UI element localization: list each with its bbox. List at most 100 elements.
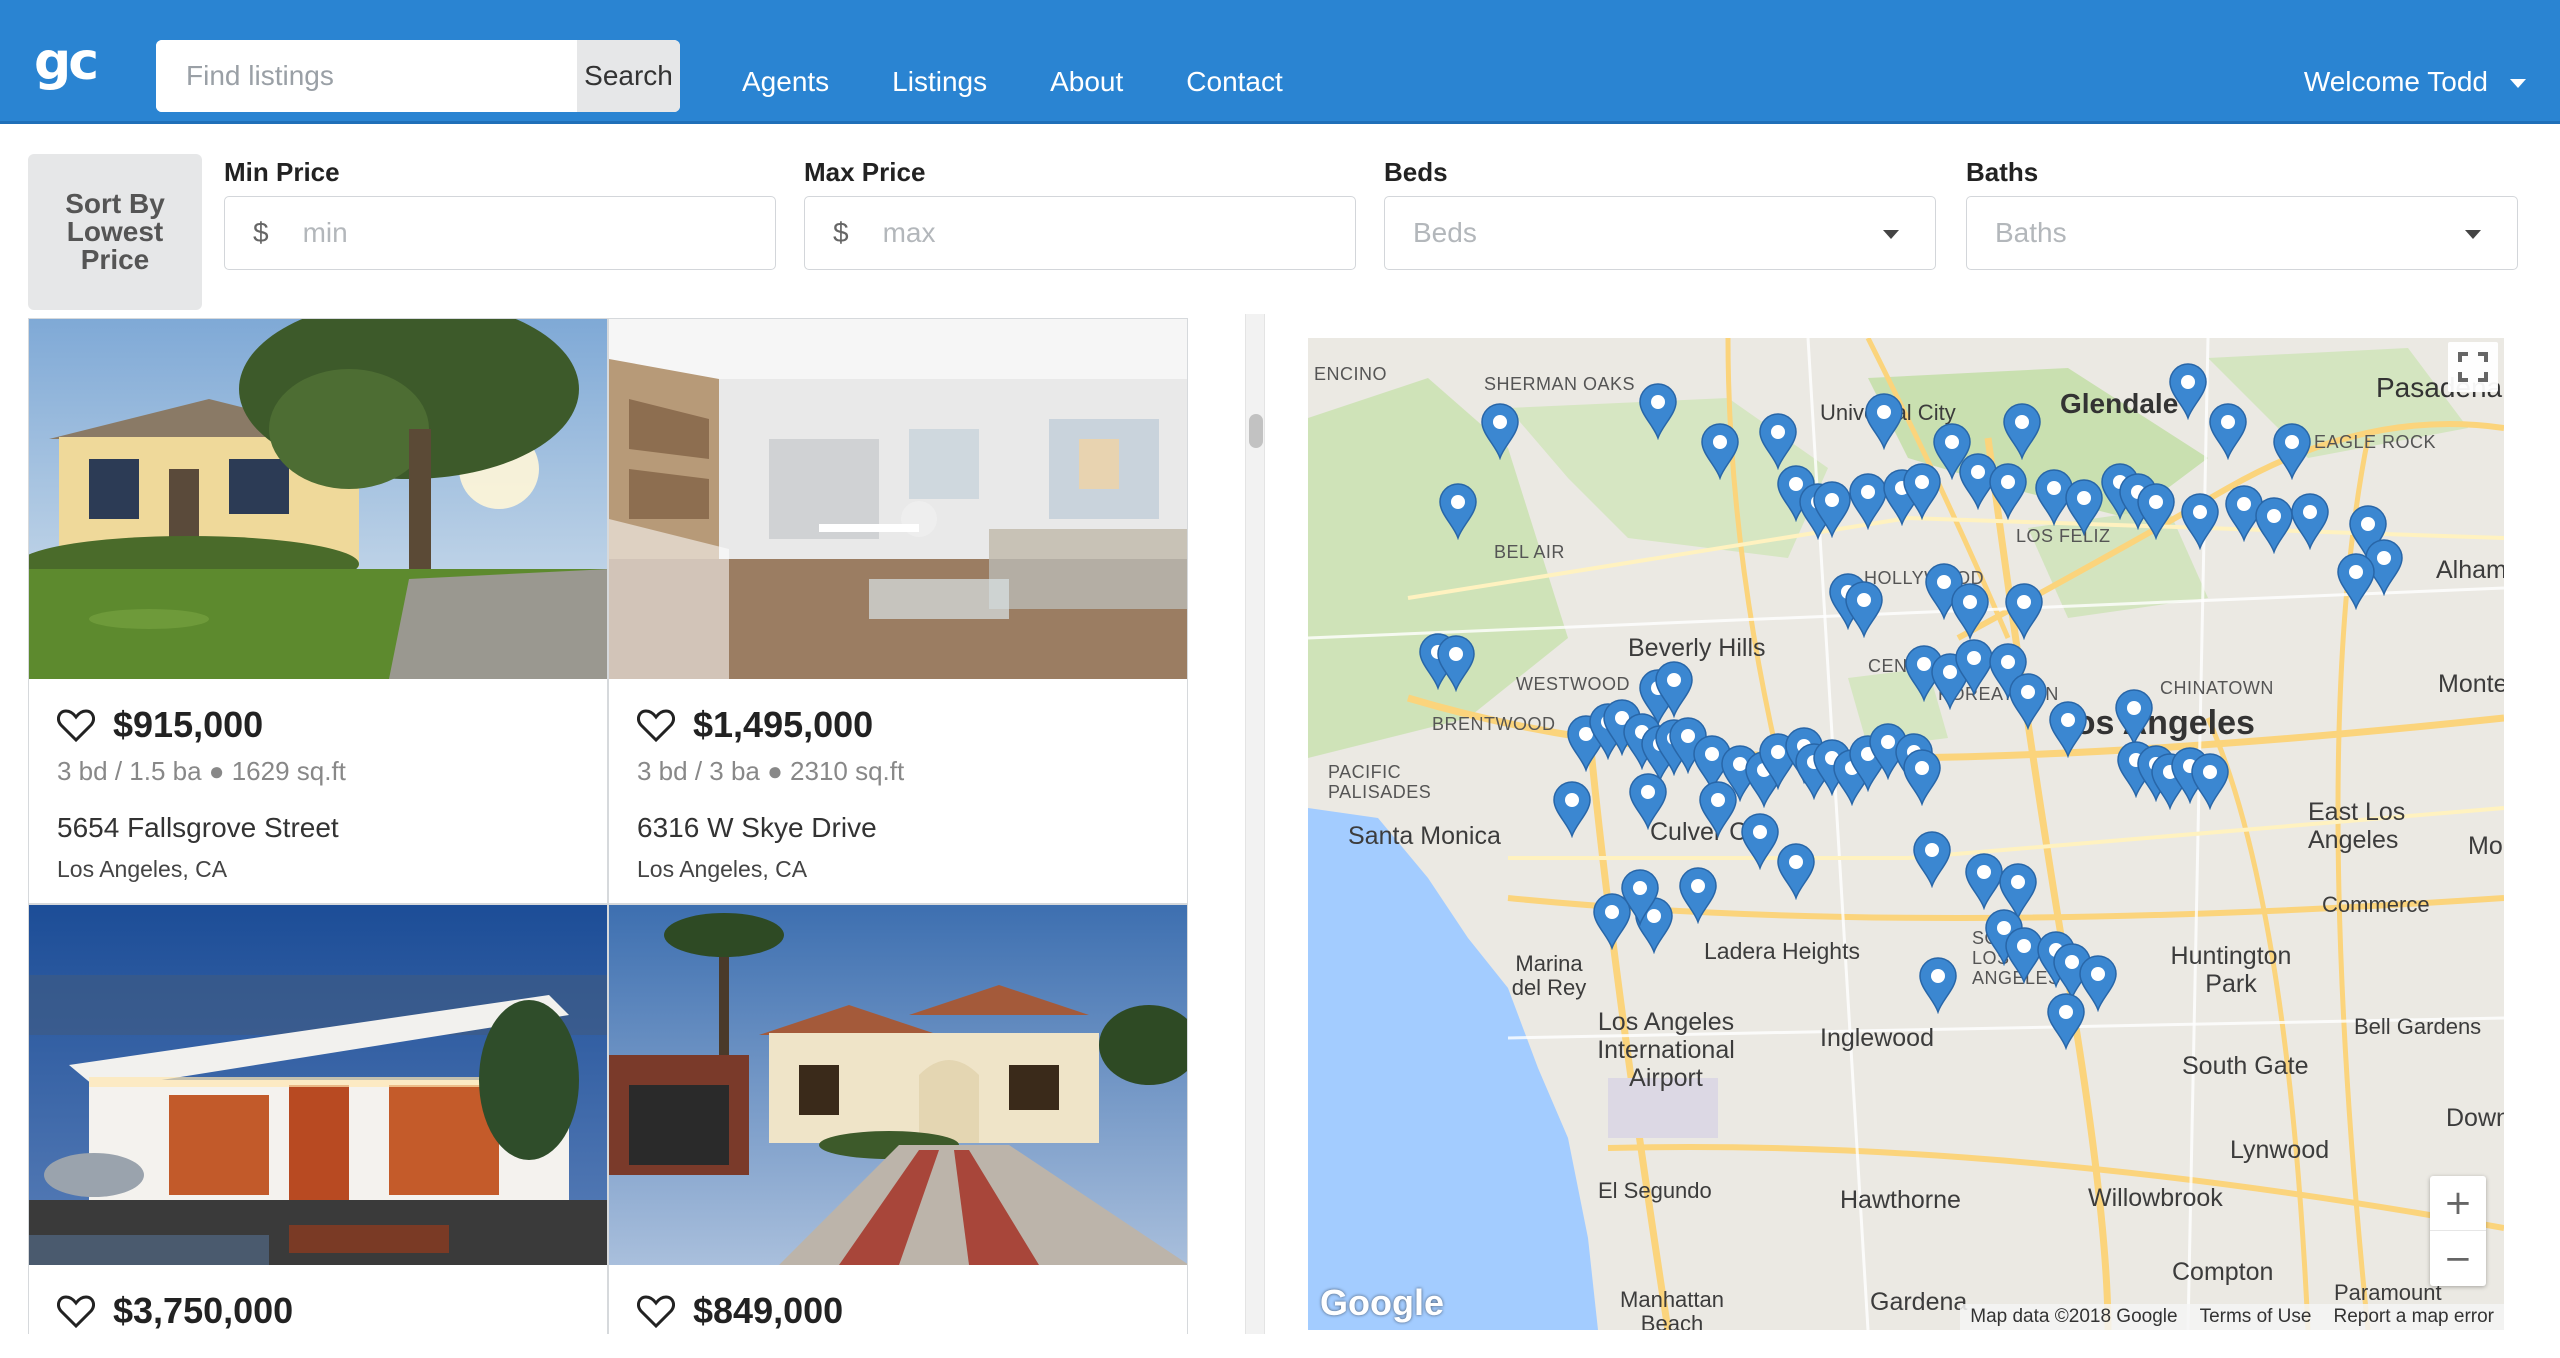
map-marker-icon[interactable] [1550,778,1594,838]
map-marker-icon[interactable] [2006,670,2050,730]
map-label-gardena: Gardena [1870,1288,1968,1316]
map-marker-icon[interactable] [2000,400,2044,460]
search-button[interactable]: Search [577,40,680,112]
listing-photo[interactable] [29,905,607,1265]
search-bar: Search [156,40,680,112]
listing-photo[interactable] [29,319,607,679]
map-label-beverly-hills: Beverly Hills [1628,634,1766,662]
listing-photo[interactable] [609,905,1187,1265]
listing-card[interactable]: $915,000 3 bd / 1.5 ba ● 1629 sq.ft 5654… [28,318,608,904]
map-marker-icon[interactable] [1900,746,1944,806]
map-marker-icon[interactable] [1916,954,1960,1014]
map-marker-icon[interactable] [2288,490,2332,550]
map-marker-icon[interactable] [2002,580,2046,640]
map-marker-icon[interactable] [2044,990,2088,1050]
map-label-westwood: WESTWOOD [1516,674,1630,694]
map-marker-icon[interactable] [2166,360,2210,420]
scrollbar-thumb[interactable] [1249,414,1263,448]
map-marker-icon[interactable] [1862,390,1906,450]
listing-price: $915,000 [113,704,264,745]
map-marker-icon[interactable] [2046,698,2090,758]
user-menu[interactable]: Welcome Todd [2304,62,2526,102]
listings-scrollbar[interactable] [1245,314,1265,1334]
sort-lowest-price-button[interactable]: Sort By Lowest Price [28,154,202,310]
listing-card[interactable]: $3,750,000 [28,904,608,1334]
map-marker-icon[interactable] [1478,400,1522,460]
map-marker-icon[interactable] [2188,750,2232,810]
map-label-huntington-park: Huntington Park [2170,942,2292,998]
listing-photo[interactable] [609,319,1187,679]
map-marker-icon[interactable] [1626,770,1670,830]
map-marker-icon[interactable] [2112,686,2156,746]
beds-placeholder: Beds [1413,217,1477,248]
heart-icon[interactable] [637,1294,675,1328]
terms-of-use-link[interactable]: Terms of Use [2200,1306,2312,1328]
logo[interactable]: gc [34,30,99,94]
map-marker-icon[interactable] [1696,778,1740,838]
map-marker-icon[interactable] [1636,380,1680,440]
map-label-ladera-heights: Ladera Heights [1704,938,1860,964]
fullscreen-icon[interactable] [2448,342,2498,392]
heart-icon[interactable] [57,1294,95,1328]
map-marker-icon[interactable] [1676,864,1720,924]
listing-price: $849,000 [693,1290,844,1331]
map-marker-icon[interactable] [1618,866,1662,926]
map-marker-icon[interactable] [1842,578,1886,638]
map-marker-icon[interactable] [1436,480,1480,540]
nav-contact[interactable]: Contact [1186,62,1283,102]
living-room-image [609,319,1187,679]
zoom-out-button[interactable]: − [2430,1231,2486,1286]
google-logo[interactable]: Google [1320,1282,1444,1324]
map-marker-icon[interactable] [1652,658,1696,718]
max-price-filter: Max Price $ [804,156,1356,270]
nav-listings[interactable]: Listings [892,62,987,102]
map-label-encino: ENCINO [1314,364,1388,384]
search-input[interactable] [156,40,577,112]
zoom-in-button[interactable]: + [2430,1176,2486,1231]
map-marker-icon[interactable] [1948,580,1992,640]
map-marker-icon[interactable] [2270,420,2314,480]
map-marker-icon[interactable] [1986,460,2030,520]
map-marker-icon[interactable] [2134,480,2178,540]
beds-select[interactable]: Beds [1384,196,1936,270]
listing-specs: 3 bd / 1.5 ba ● 1629 sq.ft [57,756,346,786]
heart-icon[interactable] [57,708,95,742]
map-label-santa-monica: Santa Monica [1348,822,1501,850]
report-map-error-link[interactable]: Report a map error [2333,1306,2494,1328]
map-marker-icon[interactable] [1756,410,1800,470]
baths-placeholder: Baths [1995,217,2067,248]
baths-select[interactable]: Baths [1966,196,2518,270]
chevron-down-icon [1883,230,1899,239]
map-label-chinatown: CHINATOWN [2160,678,2274,698]
welcome-text: Welcome Todd [2303,66,2488,97]
listing-price: $3,750,000 [113,1290,294,1331]
listing-card[interactable]: $1,495,000 3 bd / 3 ba ● 2310 sq.ft 6316… [608,318,1188,904]
listings-map[interactable]: Glendale Universal City SHERMAN OAKS ENC… [1308,338,2504,1330]
baths-label: Baths [1966,157,2039,187]
map-label-downey: Downe [2446,1104,2504,1132]
baths-filter: Baths Baths [1966,156,2518,270]
min-price-filter: Min Price $ [224,156,776,270]
listing-address[interactable]: 5654 Fallsgrove Street [57,811,579,845]
listing-address[interactable]: 6316 W Skye Drive [637,811,1159,845]
map-data-text: Map data ©2018 Google [1970,1306,2178,1327]
map-marker-icon[interactable] [2206,400,2250,460]
map-marker-icon[interactable] [1434,632,1478,692]
house-photo-image [29,319,607,679]
beds-filter: Beds Beds [1384,156,1936,270]
map-zoom-control: + − [2430,1176,2486,1286]
min-price-input[interactable] [302,217,683,249]
map-marker-icon[interactable] [1910,828,1954,888]
listing-specs: 3 bd / 3 ba ● 2310 sq.ft [637,756,905,786]
nav-about[interactable]: About [1050,62,1123,102]
map-marker-icon[interactable] [1900,460,1944,520]
map-marker-icon[interactable] [1774,840,1818,900]
max-price-input[interactable] [882,217,1263,249]
map-marker-icon[interactable] [1698,420,1742,480]
heart-icon[interactable] [637,708,675,742]
nav-agents[interactable]: Agents [742,62,829,102]
listing-card[interactable]: $849,000 [608,904,1188,1334]
map-label-commerce: Commerce [2322,892,2430,917]
map-marker-icon[interactable] [2178,490,2222,550]
map-marker-icon[interactable] [2334,550,2378,610]
